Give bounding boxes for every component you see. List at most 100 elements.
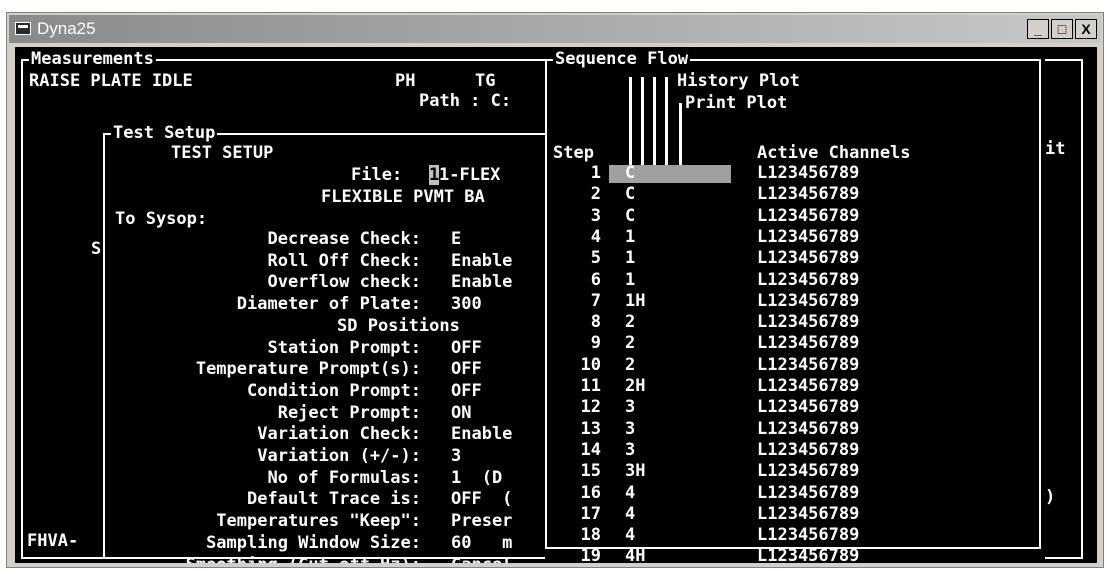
setup-value[interactable]: Enable	[451, 424, 512, 444]
setup-value[interactable]: ON	[451, 403, 471, 423]
console-screen[interactable]: Measurements RAISE PLATE IDLE PH TG Path…	[15, 47, 1097, 563]
right-paren-label: )	[1045, 487, 1056, 507]
measurements-caption: Measurements	[29, 49, 156, 69]
active-channels: L123456789	[757, 248, 860, 268]
flow-code: 4	[625, 525, 636, 545]
setup-label: Temperature Prompt(s):	[195, 359, 421, 379]
setup-value[interactable]: 1 (D	[451, 468, 502, 488]
setup-label: Reject Prompt:	[277, 403, 421, 423]
active-channels: L123456789	[757, 504, 860, 524]
active-channels: L123456789	[757, 483, 860, 503]
flow-line-3	[653, 77, 656, 169]
flow-line-5	[679, 103, 682, 169]
setup-value[interactable]: 3	[451, 446, 461, 466]
title-bar[interactable]: Dyna25 _ □ X	[9, 15, 1101, 43]
setup-label: Variation (+/-):	[257, 446, 421, 466]
step-number: 6	[590, 270, 601, 290]
setup-value[interactable]: E	[451, 229, 461, 249]
step-number: 10	[580, 355, 601, 375]
flow-code: 3	[625, 397, 636, 417]
active-channels: L123456789	[757, 355, 860, 375]
step-column-header: Step	[553, 143, 594, 163]
setup-label: Roll Off Check:	[267, 251, 421, 271]
active-channels: L123456789	[757, 227, 860, 247]
test-setup-heading: TEST SETUP	[171, 143, 274, 163]
active-channels: L123456789	[757, 376, 860, 396]
active-channels: L123456789	[757, 312, 860, 332]
active-channels: L123456789	[757, 546, 860, 563]
tg-label: TG	[475, 71, 496, 91]
setup-value[interactable]: OFF	[451, 381, 482, 401]
ph-label: PH	[395, 71, 416, 91]
active-channels: L123456789	[757, 291, 860, 311]
step-number: 13	[580, 419, 601, 439]
setup-value[interactable]: Enable	[451, 272, 512, 292]
setup-label: Smoothing (Cut off Hz):	[186, 555, 421, 563]
active-channels: L123456789	[757, 206, 860, 226]
flow-line-4	[665, 77, 668, 169]
flow-code: 4	[625, 483, 636, 503]
measurements-status: RAISE PLATE IDLE	[29, 71, 193, 91]
right-fragment-label: it	[1045, 139, 1066, 159]
file-value[interactable]: 1-FLEX	[439, 165, 500, 185]
file-description: FLEXIBLE PVMT BA	[321, 187, 485, 207]
step-number: 17	[580, 504, 601, 524]
flow-code: 1H	[625, 291, 646, 311]
setup-value[interactable]: Cancel	[451, 555, 512, 563]
file-label: File:	[351, 165, 403, 185]
step-number: 11	[580, 376, 601, 396]
flow-code: 1	[625, 270, 636, 290]
setup-value[interactable]: OFF	[451, 359, 482, 379]
flow-line-1	[629, 77, 632, 169]
setup-value[interactable]: 300	[451, 294, 482, 314]
active-channels: L123456789	[757, 397, 860, 417]
setup-label: Default Trace is:	[247, 489, 421, 509]
left-s-label: S	[91, 239, 102, 259]
setup-label: Decrease Check:	[267, 229, 421, 249]
setup-value[interactable]: 60 m	[451, 533, 512, 553]
step-number: 19	[580, 546, 601, 563]
step-number: 2	[590, 184, 601, 204]
flow-code: 3	[625, 440, 636, 460]
minimize-button[interactable]: _	[1027, 19, 1049, 39]
close-button[interactable]: X	[1075, 19, 1097, 39]
setup-value[interactable]: Preser	[451, 511, 512, 531]
active-channels: L123456789	[757, 333, 860, 353]
flow-code: 4H	[625, 546, 646, 563]
to-sysop-label: To Sysop:	[115, 209, 208, 229]
path-label: Path : C:	[419, 91, 512, 111]
sequence-flow-caption: Sequence Flow	[553, 49, 691, 69]
setup-value[interactable]: OFF	[451, 338, 482, 358]
flow-code: 2	[625, 312, 636, 332]
maximize-button[interactable]: □	[1051, 19, 1073, 39]
flow-code: 4	[625, 504, 636, 524]
step-number: 18	[580, 525, 601, 545]
setup-label: No of Formulas:	[267, 468, 421, 488]
setup-label: Overflow check:	[267, 272, 421, 292]
flow-code: C	[625, 163, 636, 183]
test-setup-caption: Test Setup	[111, 123, 218, 143]
active-channels: L123456789	[757, 525, 860, 545]
file-cursor[interactable]: 1	[429, 165, 440, 185]
flow-code: 2	[625, 333, 636, 353]
active-channels: L123456789	[757, 163, 860, 183]
active-channels: L123456789	[757, 419, 860, 439]
setup-label: Variation Check:	[257, 424, 421, 444]
setup-value[interactable]: Enable	[451, 251, 512, 271]
step-number: 15	[580, 461, 601, 481]
step-number: 16	[580, 483, 601, 503]
fhva-label: FHVA-	[27, 531, 79, 551]
flow-code: 2H	[625, 376, 646, 396]
setup-label: Temperatures "Keep":	[216, 511, 421, 531]
step-number: 9	[590, 333, 601, 353]
step-number: 4	[590, 227, 601, 247]
flow-code: C	[625, 184, 636, 204]
step-number: 8	[590, 312, 601, 332]
flow-line-2	[641, 77, 644, 169]
app-window: Dyna25 _ □ X Measurements RAISE PLATE ID…	[6, 12, 1104, 568]
active-channels: L123456789	[757, 461, 860, 481]
setup-value[interactable]: OFF (	[451, 489, 512, 509]
flow-code: 3H	[625, 461, 646, 481]
step-number: 14	[580, 440, 601, 460]
window-title: Dyna25	[37, 19, 96, 38]
